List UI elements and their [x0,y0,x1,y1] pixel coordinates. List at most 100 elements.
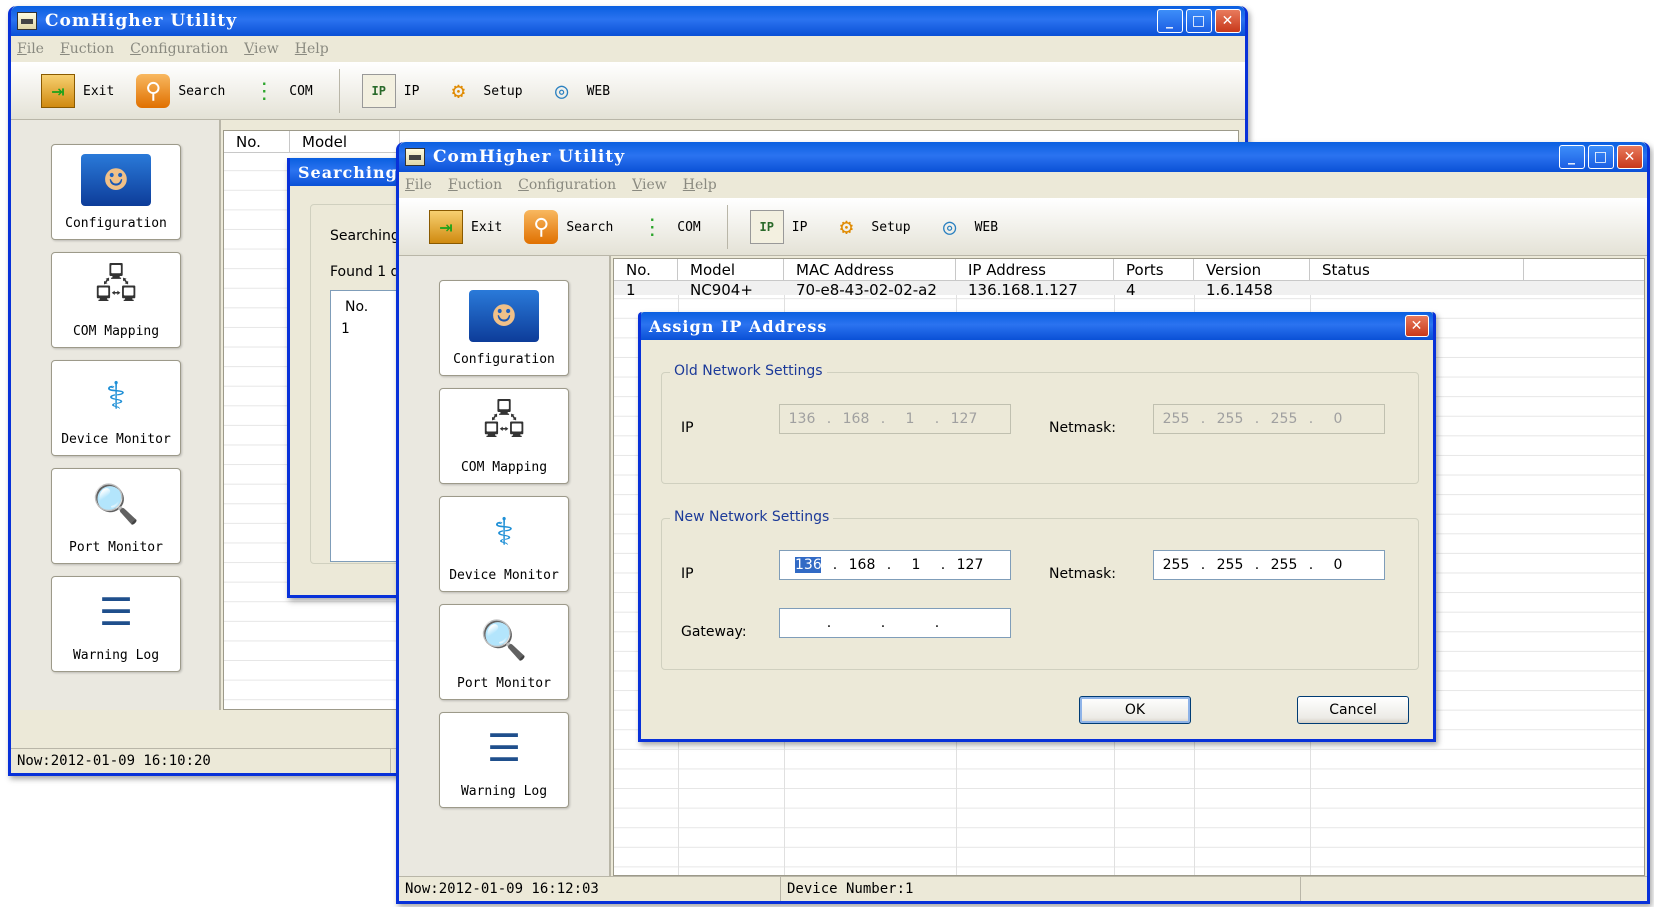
search-icon: ⚲ [136,74,171,108]
new-netmask-label: Netmask: [1049,566,1116,582]
menu-view[interactable]: View [632,177,667,193]
exit-label: Exit [83,83,115,99]
sidebar-item-warning-log[interactable]: ☰ Warning Log [439,712,569,808]
assign-ip-title: Assign IP Address [649,316,828,336]
sidebar-item-com-mapping[interactable]: 🖧 COM Mapping [51,252,181,348]
col-model[interactable]: Model [678,259,784,280]
octet[interactable]: 0 [1316,557,1360,573]
ip-icon: IP [749,210,784,244]
sidebar-item-configuration[interactable]: ☻ Configuration [439,280,569,376]
new-ip-field[interactable]: 136. 168. 1. 127 [779,550,1011,580]
col-status[interactable]: Status [1310,259,1524,280]
octet[interactable]: 1 [894,557,938,573]
menu-fuction[interactable]: Fuction [448,177,502,193]
sidebar-item-configuration[interactable]: ☻ Configuration [51,144,181,240]
octet: 1 [905,411,915,427]
setup-button[interactable]: ⚙ Setup [441,74,523,108]
menu-configuration[interactable]: Configuration [130,41,228,57]
back-titlebar[interactable]: ComHigher Utility _ □ ✕ [11,6,1245,36]
sidebar-label: Configuration [453,352,555,367]
sidebar-item-port-monitor[interactable]: 🔍 Port Monitor [51,468,181,564]
col-model[interactable]: Model [290,131,400,152]
found-row[interactable]: 1 [341,321,349,337]
col-mac-address[interactable]: MAC Address [784,259,956,280]
app-icon [17,12,37,30]
new-netmask-field[interactable]: 255. 255. 255. 0 [1153,550,1385,580]
close-button[interactable]: ✕ [1215,9,1241,33]
gateway-label: Gateway: [681,624,747,640]
cell-ip: 136.168.1.127 [968,281,1078,295]
back-menubar: File Fuction Configuration View Help [11,36,1245,62]
menu-configuration[interactable]: Configuration [518,177,616,193]
exit-button[interactable]: ⇥ Exit [429,210,502,244]
setup-icon: ⚙ [451,78,466,104]
octet[interactable]: 255 [1154,557,1198,573]
cancel-button[interactable]: Cancel [1297,696,1409,724]
user-monitor-icon: ☻ [469,290,539,342]
gateway-field[interactable]: . . . [779,608,1011,638]
col-ports[interactable]: Ports [1114,259,1194,280]
magnifier-icon: 🔍 [92,481,140,526]
octet: 0 [1333,411,1343,427]
assign-ip-titlebar[interactable]: Assign IP Address ✕ [641,312,1433,340]
search-button[interactable]: ⚲ Search [524,210,613,244]
sidebar-label: COM Mapping [72,324,160,339]
octet[interactable]: 127 [948,557,992,573]
exit-icon: ⇥ [41,74,75,108]
maximize-button[interactable]: □ [1186,9,1212,33]
octet[interactable]: 255 [1208,557,1252,573]
web-icon: ◎ [942,214,957,240]
col-ip-address[interactable]: IP Address [956,259,1114,280]
table-row[interactable]: 1 NC904+ 70-e8-43-02-02-a2 136.168.1.127… [614,281,1644,295]
back-sidebar: ☻ Configuration 🖧 COM Mapping ⚕ Device Moni… [11,120,221,710]
user-monitor-icon: ☻ [81,154,151,206]
close-button[interactable]: ✕ [1617,145,1643,169]
sidebar-label: Device Monitor [61,432,171,447]
sidebar-item-warning-log[interactable]: ☰ Warning Log [51,576,181,672]
octet[interactable]: 168 [840,557,884,573]
sidebar-item-com-mapping[interactable]: 🖧 COM Mapping [439,388,569,484]
search-button[interactable]: ⚲ Search [136,74,225,108]
com-button[interactable]: ⋮ COM [635,210,700,244]
ip-button[interactable]: IP IP [749,210,808,244]
back-toolbar: ⇥ Exit ⚲ Search ⋮ COM IP IP ⚙ Setup ◎ WEB [11,62,1245,120]
com-icon: ⋮ [253,78,276,104]
maximize-button[interactable]: □ [1588,145,1614,169]
sidebar-label: Warning Log [460,784,548,799]
status-time: Now:2012-01-09 16:12:03 [399,877,781,901]
menu-help[interactable]: Help [683,177,717,193]
octet-selected[interactable]: 136 [795,557,822,573]
sidebar-item-port-monitor[interactable]: 🔍 Port Monitor [439,604,569,700]
exit-button[interactable]: ⇥ Exit [41,74,114,108]
ip-label: IP [403,83,420,99]
menu-fuction[interactable]: Fuction [60,41,114,57]
menu-help[interactable]: Help [295,41,329,57]
dialog-close-button[interactable]: ✕ [1405,315,1429,337]
web-button[interactable]: ◎ WEB [545,74,610,108]
minimize-button[interactable]: _ [1559,145,1585,169]
col-version[interactable]: Version [1194,259,1310,280]
menu-view[interactable]: View [244,41,279,57]
cell-version: 1.6.1458 [1206,281,1273,295]
setup-button[interactable]: ⚙ Setup [829,210,911,244]
ip-button[interactable]: IP IP [361,74,420,108]
ip-icon: IP [361,74,396,108]
search-icon: ⚲ [524,210,559,244]
com-button[interactable]: ⋮ COM [247,74,312,108]
col-no[interactable]: No. [224,131,290,152]
menu-file[interactable]: File [405,177,432,193]
app-icon [405,148,425,166]
menu-file[interactable]: File [17,41,44,57]
sidebar-item-device-monitor[interactable]: ⚕ Device Monitor [439,496,569,592]
cell-mac: 70-e8-43-02-02-a2 [796,281,937,295]
sidebar-item-device-monitor[interactable]: ⚕ Device Monitor [51,360,181,456]
col-no[interactable]: No. [614,259,678,280]
octet[interactable]: 255 [1262,557,1306,573]
web-button[interactable]: ◎ WEB [933,210,998,244]
sidebar-label: COM Mapping [460,460,548,475]
minimize-button[interactable]: _ [1157,9,1183,33]
old-netmask-field: 255. 255. 255. 0 [1153,404,1385,434]
front-titlebar[interactable]: ComHigher Utility _ □ ✕ [399,142,1647,172]
ip-label: IP [791,219,808,235]
ok-button[interactable]: OK [1079,696,1191,724]
